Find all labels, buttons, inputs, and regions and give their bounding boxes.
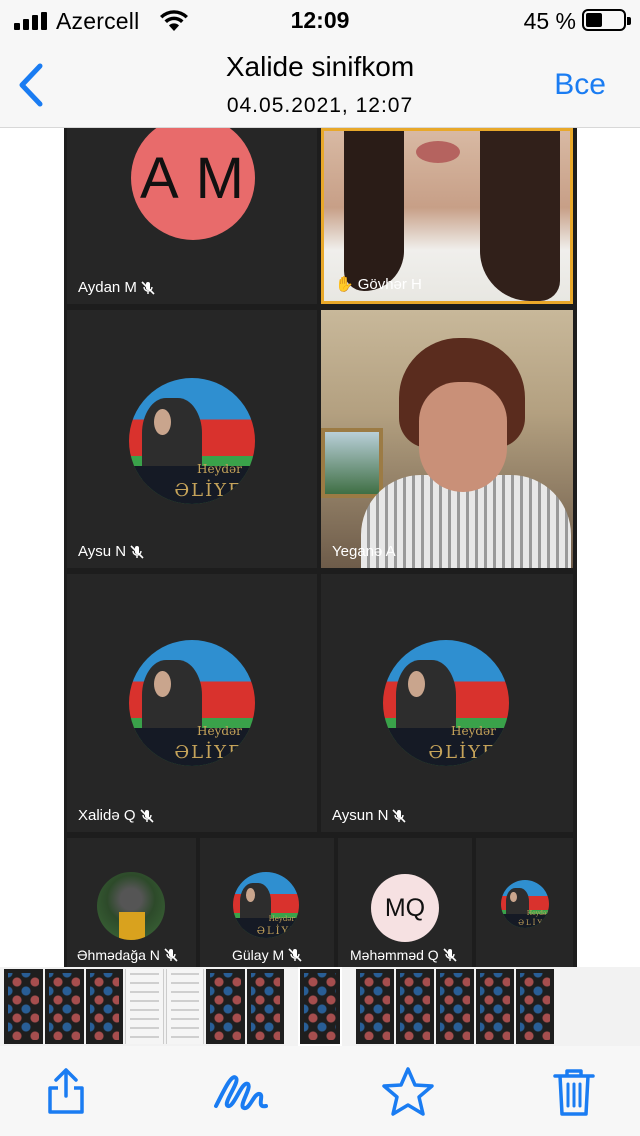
participant-tile: Heydər ƏLİYEV Gülay M	[200, 838, 334, 967]
flag-avatar: Heydər ƏLİYEV	[383, 640, 509, 766]
photo-thumbnail[interactable]	[516, 969, 554, 1044]
photo-thumbnail[interactable]	[125, 969, 164, 1044]
photo-thumbnail[interactable]	[86, 969, 123, 1044]
mic-muted-icon	[141, 280, 155, 295]
photo-date: 04.05.2021, 12:07	[226, 94, 414, 117]
photo-thumbnail[interactable]	[166, 969, 204, 1044]
participant-tile: Heydər ƏLİYEV	[476, 838, 573, 967]
star-icon[interactable]	[380, 1066, 436, 1120]
participant-initials-avatar: A M	[131, 128, 255, 240]
participant-tile: Heydər ƏLİYEV Xalidə Q	[67, 574, 317, 832]
mic-muted-icon	[130, 544, 144, 559]
navigation-bar: Xalide sinifkom 04.05.2021, 12:07 Все	[0, 42, 640, 128]
participant-name: Xalidə Q	[78, 807, 154, 824]
battery-percent: 45 %	[523, 8, 576, 34]
markup-icon[interactable]	[212, 1066, 270, 1116]
all-photos-button[interactable]: Все	[554, 68, 606, 102]
participant-photo-avatar	[97, 872, 165, 940]
participant-name: Yeganə A	[332, 543, 396, 560]
trash-icon[interactable]	[552, 1066, 596, 1118]
participant-tile: Heydər ƏLİYEV Aysu N	[67, 310, 317, 568]
participant-name: Aysun N	[332, 807, 406, 824]
photo-thumbnail[interactable]	[356, 969, 394, 1044]
photo-thumbnail[interactable]	[4, 969, 43, 1044]
mic-muted-icon	[443, 948, 457, 962]
participant-video-tile: Yeganə A	[321, 310, 573, 568]
photo-thumbnail-selected[interactable]	[298, 967, 342, 1046]
flag-avatar: Heydər ƏLİYEV	[129, 378, 255, 504]
mic-muted-icon	[288, 948, 302, 962]
photo-view[interactable]: A M Aydan M ✋ Gövhər H Heydər ƏLİYEV Ays…	[64, 128, 577, 967]
mic-muted-icon	[164, 948, 178, 962]
photo-thumbnail[interactable]	[396, 969, 434, 1044]
photo-thumbnail[interactable]	[476, 969, 514, 1044]
participant-name: Gülay M	[232, 947, 302, 963]
participant-initials-avatar: MQ	[371, 874, 439, 942]
share-icon[interactable]	[44, 1066, 88, 1116]
participant-tile: Əhmədağa N	[67, 838, 196, 967]
photo-title: Xalide sinifkom	[225, 51, 415, 82]
status-bar: Azercell 12:09 45 %	[0, 0, 640, 42]
battery-icon	[582, 9, 631, 31]
participant-name: Məhəmməd Q	[350, 947, 457, 963]
bottom-toolbar	[0, 1046, 640, 1136]
flag-avatar: Heydər ƏLİYEV	[233, 872, 299, 938]
mic-muted-icon	[392, 808, 406, 823]
thumbnail-strip[interactable]	[0, 967, 640, 1046]
participant-name: Əhmədağa N	[77, 947, 178, 963]
raised-hand-icon: ✋	[335, 276, 354, 293]
participant-name: ✋ Gövhər H	[335, 275, 422, 294]
photo-thumbnail[interactable]	[247, 969, 284, 1044]
flag-avatar: Heydər ƏLİYEV	[129, 640, 255, 766]
mic-muted-icon	[139, 808, 154, 823]
participant-tile: A M Aydan M	[67, 128, 317, 304]
participant-tile: MQ Məhəmməd Q	[338, 838, 472, 967]
participant-name: Aydan M	[78, 279, 155, 296]
participant-video	[321, 310, 573, 568]
photo-thumbnail[interactable]	[45, 969, 84, 1044]
photo-thumbnail[interactable]	[436, 969, 474, 1044]
participant-video-tile: ✋ Gövhər H	[321, 128, 573, 304]
photo-thumbnail[interactable]	[206, 969, 245, 1044]
battery-fill	[586, 13, 602, 27]
participant-name: Aysu N	[78, 543, 144, 560]
flag-avatar: Heydər ƏLİYEV	[501, 880, 549, 928]
participant-tile: Heydər ƏLİYEV Aysun N	[321, 574, 573, 832]
